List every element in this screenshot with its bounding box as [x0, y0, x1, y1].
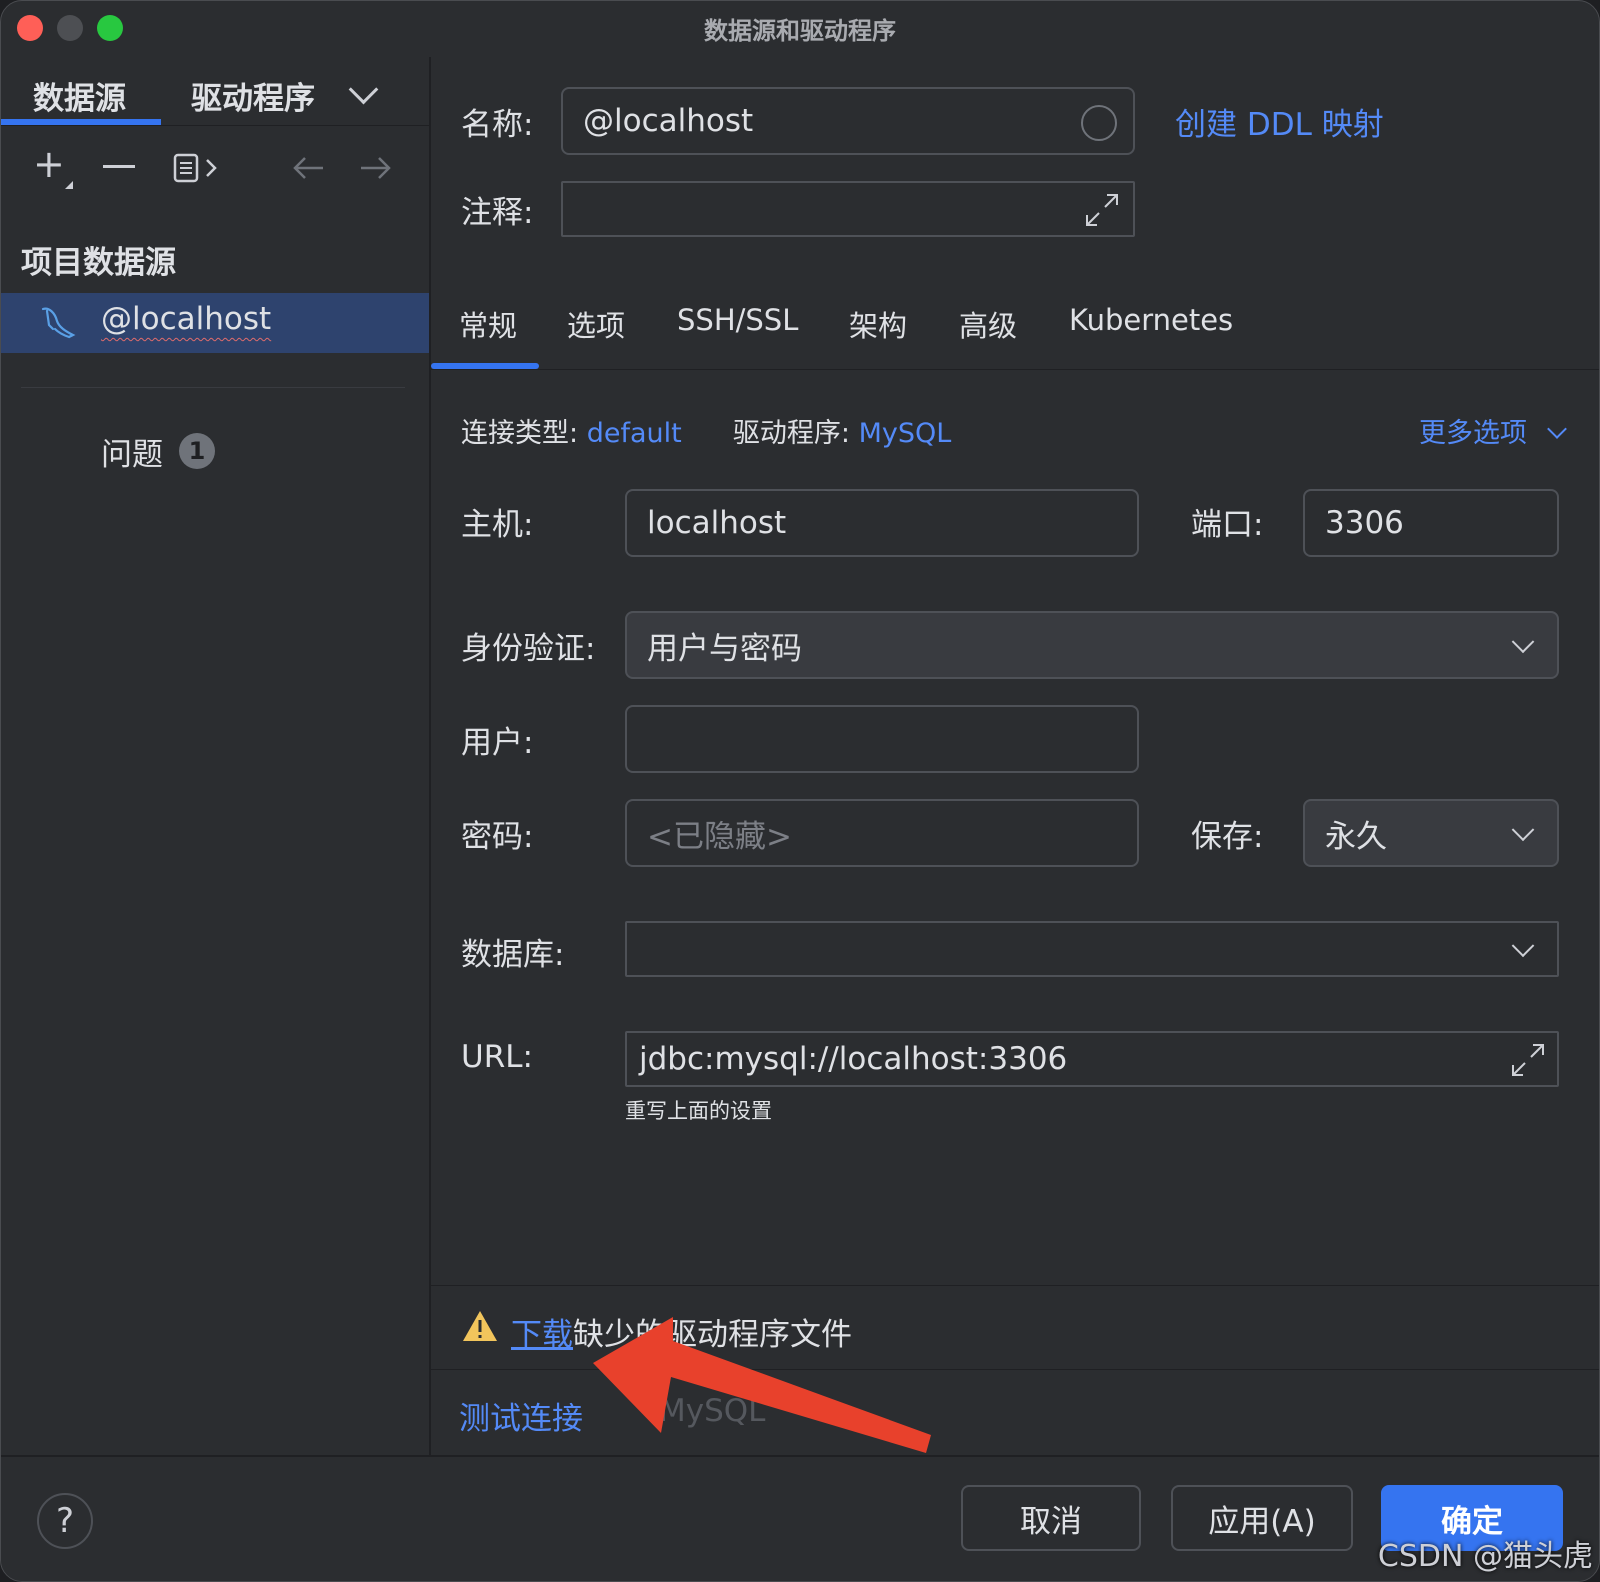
dialog-window: 数据源和驱动程序 数据源 驱动程序 + 项目数据源 @localhost 问题: [0, 0, 1600, 1582]
save-value: 永久: [1325, 818, 1387, 855]
warning-text: 缺少的驱动程序文件: [573, 1317, 852, 1353]
url-label: URL:: [461, 1039, 533, 1075]
user-input[interactable]: [625, 705, 1139, 773]
divider: [21, 387, 405, 388]
chevron-down-icon[interactable]: [348, 74, 379, 105]
divider: [1, 125, 429, 126]
auth-label: 身份验证:: [461, 631, 596, 667]
user-label: 用户:: [461, 725, 534, 761]
cancel-button[interactable]: 取消: [961, 1485, 1141, 1551]
chevron-down-icon: [1511, 630, 1535, 654]
expand-icon[interactable]: [1509, 1041, 1547, 1087]
host-value: localhost: [647, 505, 787, 541]
warning-icon: [461, 1309, 499, 1347]
auth-select[interactable]: 用户与密码: [625, 611, 1559, 679]
help-button[interactable]: ?: [37, 1493, 93, 1549]
title-bar: 数据源和驱动程序: [1, 1, 1599, 57]
watermark: CSDN @猫头虎: [1377, 1539, 1593, 1574]
back-arrow-icon[interactable]: [291, 153, 327, 187]
comment-label: 注释:: [461, 195, 534, 231]
chevron-down-icon: [1511, 818, 1535, 842]
divider: [431, 1369, 1599, 1370]
chevron-down-icon: [1511, 934, 1535, 958]
right-pane: 名称: @localhost 创建 DDL 映射 注释: 常规 选项 SSH/S…: [431, 57, 1599, 1455]
url-field[interactable]: jdbc:mysql://localhost:3306: [625, 1031, 1559, 1087]
button-bar: ? 取消 应用(A) 确定 CSDN @猫头虎: [1, 1455, 1599, 1581]
dropdown-corner-icon: [65, 181, 73, 189]
driver-link[interactable]: MySQL: [859, 418, 952, 449]
port-value: 3306: [1325, 505, 1404, 541]
more-options-label: 更多选项: [1419, 418, 1527, 449]
color-circle-icon[interactable]: [1081, 105, 1117, 141]
tab-datasources[interactable]: 数据源: [33, 73, 126, 118]
create-ddl-mapping-link[interactable]: 创建 DDL 映射: [1175, 99, 1384, 144]
connection-type-link[interactable]: default: [587, 418, 682, 449]
mysql-dolphin-icon: [39, 305, 79, 345]
tab-kubernetes[interactable]: Kubernetes: [1069, 303, 1233, 337]
more-options-link[interactable]: 更多选项: [1419, 411, 1567, 450]
datasource-label: @localhost: [101, 301, 272, 337]
forward-arrow-icon[interactable]: [357, 153, 393, 187]
section-title: 项目数据源: [21, 245, 176, 281]
download-driver-link[interactable]: 下载: [511, 1317, 573, 1353]
name-label: 名称:: [461, 107, 534, 143]
password-input[interactable]: <已隐藏>: [625, 799, 1139, 867]
left-pane: 数据源 驱动程序 + 项目数据源 @localhost 问题 1: [1, 57, 431, 1455]
duplicate-icon[interactable]: [173, 151, 225, 189]
add-icon[interactable]: +: [33, 145, 65, 183]
save-select[interactable]: 永久: [1303, 799, 1559, 867]
expand-icon[interactable]: [1083, 191, 1121, 237]
warning-message: 下载缺少的驱动程序文件: [511, 1309, 852, 1354]
password-placeholder: <已隐藏>: [647, 818, 792, 855]
problems-count-badge: 1: [179, 433, 215, 469]
name-field[interactable]: @localhost: [561, 87, 1135, 155]
url-hint: 重写上面的设置: [625, 1099, 772, 1123]
datasource-item-localhost[interactable]: @localhost: [1, 293, 429, 353]
apply-button[interactable]: 应用(A): [1171, 1485, 1353, 1551]
port-label: 端口:: [1191, 507, 1264, 543]
connection-type-label: 连接类型:: [461, 418, 579, 449]
url-value: jdbc:mysql://localhost:3306: [639, 1041, 1068, 1077]
database-select[interactable]: [625, 921, 1559, 977]
window-title: 数据源和驱动程序: [704, 17, 896, 45]
host-label: 主机:: [461, 507, 534, 543]
driver-footer-label: MySQL: [659, 1393, 766, 1429]
test-connection-link[interactable]: 测试连接: [459, 1393, 583, 1438]
host-input[interactable]: localhost: [625, 489, 1139, 557]
auth-value: 用户与密码: [647, 630, 802, 667]
remove-icon[interactable]: [103, 165, 135, 168]
problems-label[interactable]: 问题: [101, 429, 163, 474]
tab-general[interactable]: 常规: [459, 303, 517, 345]
save-label: 保存:: [1191, 819, 1264, 855]
name-value: @localhost: [583, 103, 754, 139]
tab-options[interactable]: 选项: [567, 303, 625, 345]
tab-ssh-ssl[interactable]: SSH/SSL: [677, 303, 798, 337]
password-label: 密码:: [461, 819, 534, 855]
port-input[interactable]: 3306: [1303, 489, 1559, 557]
driver-label: 驱动程序:: [732, 418, 851, 449]
tab-advanced[interactable]: 高级: [959, 303, 1017, 345]
connection-type-row: 连接类型: default 驱动程序: MySQL: [461, 411, 951, 450]
database-label: 数据库:: [461, 937, 565, 973]
chevron-down-icon: [1546, 419, 1567, 439]
tab-schemas[interactable]: 架构: [849, 303, 907, 345]
divider: [431, 369, 1599, 370]
comment-field[interactable]: [561, 181, 1135, 237]
divider: [431, 1285, 1599, 1286]
tab-drivers[interactable]: 驱动程序: [191, 73, 315, 118]
